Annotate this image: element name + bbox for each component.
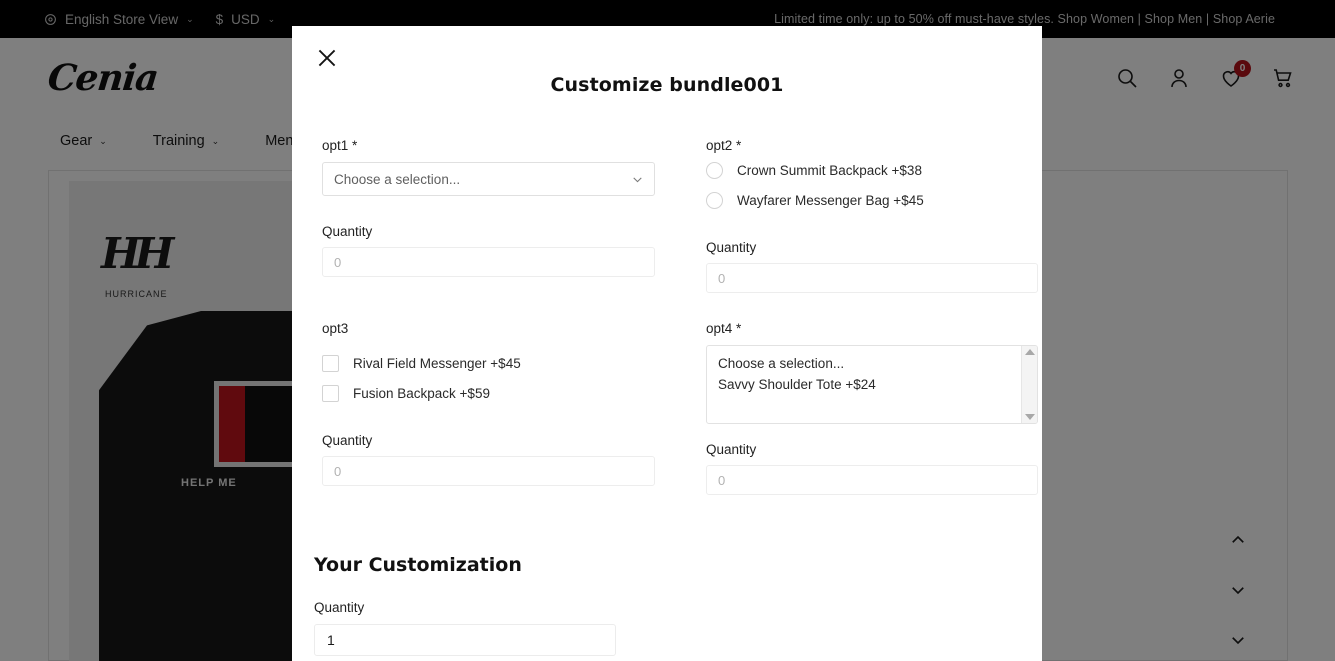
bundle-option-opt2: opt2 Crown Summit Backpack +$38 Wayfarer… (706, 138, 1038, 293)
checkbox-icon[interactable] (322, 385, 339, 402)
opt3-choice-1[interactable]: Fusion Backpack +$59 (322, 385, 680, 402)
bundle-option-opt1: opt1 Choose a selection... Quantity (322, 138, 680, 293)
scroll-down-arrow-icon[interactable] (1024, 414, 1035, 420)
customization-quantity-input[interactable] (314, 624, 616, 656)
opt1-quantity-input[interactable] (322, 247, 655, 277)
opt4-listbox-item-0[interactable]: Choose a selection... (718, 353, 1037, 374)
bundle-option-opt3: opt3 Rival Field Messenger +$45 Fusion B… (322, 321, 680, 495)
customization-quantity-label: Quantity (314, 600, 365, 615)
checkbox-icon[interactable] (322, 355, 339, 372)
opt1-quantity-label: Quantity (322, 224, 373, 239)
opt1-select-value: Choose a selection... (322, 162, 655, 196)
radio-icon[interactable] (706, 192, 723, 209)
your-customization-section: Your Customization Quantity (292, 554, 1042, 656)
opt2-choice-label: Crown Summit Backpack +$38 (737, 163, 922, 178)
opt2-quantity-label: Quantity (706, 240, 757, 255)
bundle-options-grid: opt1 Choose a selection... Quantity opt2… (292, 138, 1042, 495)
opt4-label: opt4 (706, 321, 1038, 336)
opt4-listbox-item-1[interactable]: Savvy Shoulder Tote +$24 (718, 374, 1037, 395)
opt1-label: opt1 (322, 138, 680, 153)
opt2-choice-label: Wayfarer Messenger Bag +$45 (737, 193, 924, 208)
opt2-choice-0[interactable]: Crown Summit Backpack +$38 (706, 162, 1038, 179)
opt3-label: opt3 (322, 321, 349, 336)
opt3-choice-0[interactable]: Rival Field Messenger +$45 (322, 355, 680, 372)
opt4-quantity-label: Quantity (706, 442, 757, 457)
opt2-choice-1[interactable]: Wayfarer Messenger Bag +$45 (706, 192, 1038, 209)
radio-icon[interactable] (706, 162, 723, 179)
opt3-choice-label: Rival Field Messenger +$45 (353, 356, 521, 371)
listbox-scrollbar[interactable] (1021, 346, 1037, 423)
customize-bundle-modal: Customize bundle001 opt1 Choose a select… (292, 26, 1042, 661)
close-icon[interactable] (314, 45, 340, 71)
opt4-quantity-input[interactable] (706, 465, 1038, 495)
modal-title: Customize bundle001 (550, 74, 784, 96)
your-customization-heading: Your Customization (314, 554, 522, 576)
opt3-quantity-input[interactable] (322, 456, 655, 486)
opt2-label: opt2 (706, 138, 1038, 153)
opt3-quantity-label: Quantity (322, 433, 373, 448)
chevron-down-icon (631, 173, 644, 186)
opt3-choice-label: Fusion Backpack +$59 (353, 386, 490, 401)
opt2-quantity-input[interactable] (706, 263, 1038, 293)
opt1-select[interactable]: Choose a selection... (322, 162, 655, 196)
opt4-listbox[interactable]: Choose a selection... Savvy Shoulder Tot… (706, 345, 1038, 424)
bundle-option-opt4: opt4 Choose a selection... Savvy Shoulde… (706, 321, 1038, 495)
scroll-up-arrow-icon[interactable] (1024, 349, 1035, 355)
